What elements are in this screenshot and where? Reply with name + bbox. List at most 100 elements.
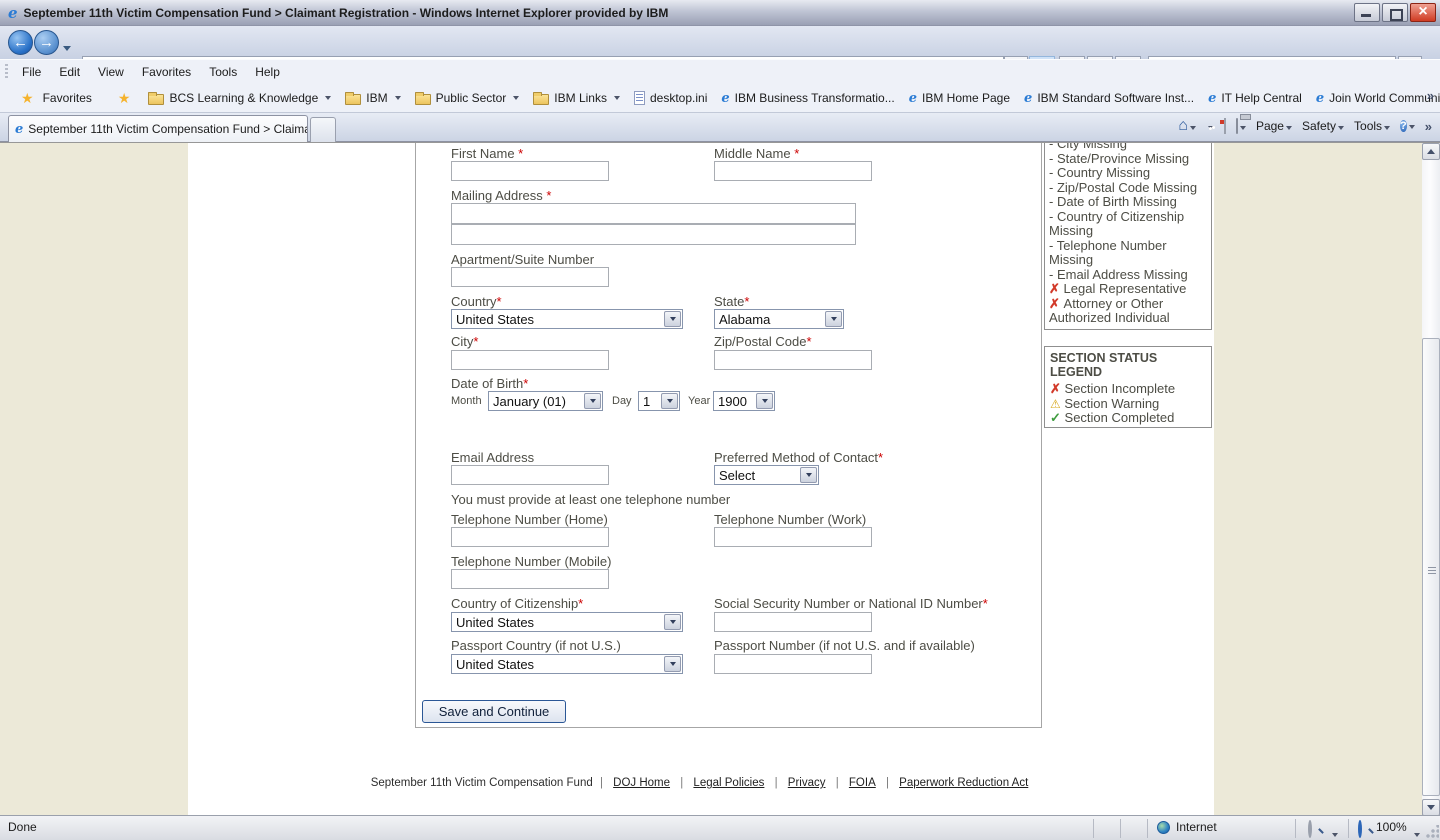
favorite-ibm-home-page[interactable]: eIBM Home Page xyxy=(902,87,1017,110)
zoom-dropdown-icon[interactable] xyxy=(1412,826,1420,840)
zip-input[interactable] xyxy=(714,350,872,370)
ie-page-icon: e xyxy=(909,91,917,106)
folder-icon xyxy=(148,94,164,105)
passport-number-label: Passport Number (if not U.S. and if avai… xyxy=(714,638,975,653)
dob-month-select[interactable]: January (01) xyxy=(488,391,603,411)
scroll-down-button[interactable] xyxy=(1422,799,1440,815)
phone-mobile-label: Telephone Number (Mobile) xyxy=(451,554,611,569)
section-status-legend: SECTION STATUS LEGEND ✗ Section Incomple… xyxy=(1044,346,1212,428)
city-label: City* xyxy=(451,334,478,349)
restore-button[interactable] xyxy=(1382,3,1408,22)
dob-year-select[interactable]: 1900 xyxy=(713,391,775,411)
recent-pages-dropdown-icon[interactable] xyxy=(63,40,71,54)
scroll-up-button[interactable] xyxy=(1422,143,1440,160)
page-menu-button[interactable]: Page xyxy=(1256,119,1292,133)
new-tab-button[interactable] xyxy=(310,117,336,142)
home-icon: ⌂ xyxy=(1178,117,1188,134)
passport-country-select[interactable]: United States xyxy=(451,654,683,674)
ssn-input[interactable] xyxy=(714,612,872,632)
protected-mode-icon[interactable] xyxy=(1308,822,1312,836)
home-button[interactable]: ⌂ xyxy=(1178,117,1196,135)
footer-link-foia[interactable]: FOIA xyxy=(849,777,876,789)
missing-item: - Telephone Number Missing xyxy=(1049,239,1207,268)
zoom-level[interactable]: 100% xyxy=(1376,820,1407,834)
favorite-it-help-central[interactable]: eIT Help Central xyxy=(1201,87,1309,110)
section-incomplete-item: ✗ Legal Representative xyxy=(1049,282,1207,297)
minimize-button[interactable] xyxy=(1354,3,1380,22)
forward-button[interactable]: → xyxy=(34,30,59,55)
x-icon: ✗ xyxy=(1049,296,1060,311)
ie-page-icon: e xyxy=(15,122,23,137)
star-icon: ★ xyxy=(21,90,34,107)
command-overflow-chevron[interactable]: » xyxy=(1425,119,1432,134)
favorites-folder-ibm[interactable]: IBM xyxy=(338,87,407,109)
add-favorite-star-icon: ★ xyxy=(118,90,131,107)
read-mail-button[interactable] xyxy=(1224,119,1226,133)
help-button[interactable]: ? xyxy=(1400,118,1415,135)
menu-tools[interactable]: Tools xyxy=(200,62,246,82)
favorites-folder-bcs[interactable]: BCS Learning & Knowledge xyxy=(141,87,338,109)
help-icon: ? xyxy=(1400,120,1407,132)
menu-file[interactable]: File xyxy=(13,62,50,82)
scrollbar-thumb[interactable] xyxy=(1422,338,1440,796)
state-select[interactable]: Alabama xyxy=(714,309,844,329)
folder-icon xyxy=(533,94,549,105)
ie-logo-icon: e xyxy=(8,4,18,22)
tab-claimant-registration[interactable]: e September 11th Victim Compensation Fun… xyxy=(8,115,308,142)
menu-view[interactable]: View xyxy=(89,62,133,82)
protected-mode-dropdown-icon[interactable] xyxy=(1330,826,1338,840)
city-input[interactable] xyxy=(451,350,609,370)
resize-grip[interactable] xyxy=(1425,825,1439,839)
menu-favorites[interactable]: Favorites xyxy=(133,62,200,82)
email-input[interactable] xyxy=(451,465,609,485)
page-content: First Name * Middle Name * Mailing Addre… xyxy=(0,142,1440,815)
chevron-down-icon xyxy=(1384,126,1390,130)
contact-method-select[interactable]: Select xyxy=(714,465,819,485)
first-name-input[interactable] xyxy=(451,161,609,181)
chevron-down-icon xyxy=(1409,125,1415,129)
phone-work-input[interactable] xyxy=(714,527,872,547)
page-footer: September 11th Victim Compensation Fund … xyxy=(188,777,1214,789)
passport-number-input[interactable] xyxy=(714,654,872,674)
footer-link-doj-home[interactable]: DOJ Home xyxy=(613,777,670,789)
add-favorite-button[interactable]: ★ xyxy=(107,86,142,111)
dob-day-select[interactable]: 1 xyxy=(638,391,680,411)
dob-month-label: Month xyxy=(451,395,482,407)
chevron-down-icon xyxy=(661,393,678,409)
chevron-down-icon xyxy=(1286,126,1292,130)
safety-menu-button[interactable]: Safety xyxy=(1302,119,1344,133)
missing-item: - Email Address Missing xyxy=(1049,268,1207,283)
footer-link-legal-policies[interactable]: Legal Policies xyxy=(693,777,764,789)
phone-mobile-input[interactable] xyxy=(451,569,609,589)
contact-method-label: Preferred Method of Contact* xyxy=(714,450,883,465)
footer-link-paperwork-reduction[interactable]: Paperwork Reduction Act xyxy=(899,777,1028,789)
print-button[interactable] xyxy=(1236,119,1246,133)
mailing-address-input-2[interactable] xyxy=(451,224,856,245)
close-button[interactable] xyxy=(1410,3,1436,22)
favorite-ibm-business-transformation[interactable]: eIBM Business Transformatio... xyxy=(714,87,901,110)
favorite-ibm-standard-software[interactable]: eIBM Standard Software Inst... xyxy=(1017,87,1201,110)
favorites-folder-public-sector[interactable]: Public Sector xyxy=(408,87,527,109)
favorite-world-community-grid[interactable]: eJoin World Community Grid xyxy=(1309,87,1440,110)
country-select[interactable]: United States xyxy=(451,309,683,329)
citizenship-select[interactable]: United States xyxy=(451,612,683,632)
favorites-button[interactable]: ★Favorites xyxy=(10,86,99,111)
footer-link-privacy[interactable]: Privacy xyxy=(788,777,826,789)
favorites-overflow-chevron[interactable]: » xyxy=(1427,88,1434,103)
missing-item: - Zip/Postal Code Missing xyxy=(1049,181,1207,196)
menu-help[interactable]: Help xyxy=(246,62,289,82)
save-and-continue-button[interactable]: Save and Continue xyxy=(422,700,566,723)
feeds-button[interactable] xyxy=(1206,119,1214,133)
apartment-input[interactable] xyxy=(451,267,609,287)
tools-menu-button[interactable]: Tools xyxy=(1354,119,1390,133)
phone-home-input[interactable] xyxy=(451,527,609,547)
favorites-folder-ibm-links[interactable]: IBM Links xyxy=(526,87,627,109)
favorite-desktop-ini[interactable]: desktop.ini xyxy=(627,87,714,109)
mailing-address-input-1[interactable] xyxy=(451,203,856,224)
back-button[interactable]: ← xyxy=(8,30,33,55)
vertical-scrollbar[interactable] xyxy=(1422,143,1440,815)
menu-edit[interactable]: Edit xyxy=(50,62,89,82)
tab-title: September 11th Victim Compensation Fund … xyxy=(28,122,307,136)
dob-label: Date of Birth* xyxy=(451,376,528,391)
middle-name-input[interactable] xyxy=(714,161,872,181)
